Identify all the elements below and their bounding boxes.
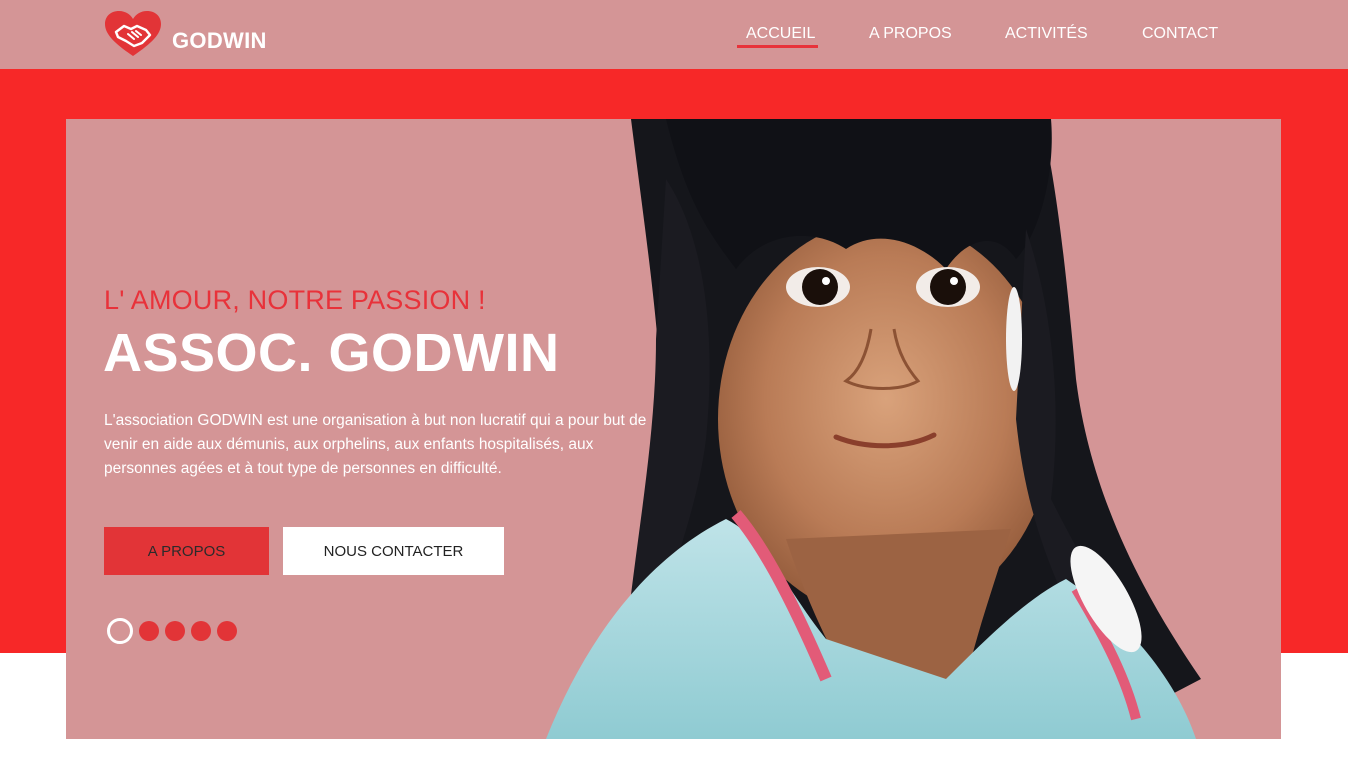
hero-description: L'association GODWIN est une organisatio…: [104, 412, 647, 477]
hero-title: ASSOC. GODWIN: [103, 323, 560, 383]
hero-slider: L' AMOUR, NOTRE PASSION ! ASSOC. GODWIN …: [66, 119, 1281, 739]
nav-item-a-propos[interactable]: A PROPOS: [869, 25, 952, 43]
nav-item-activites[interactable]: ACTIVITÉS: [1005, 25, 1088, 43]
slider-dot-5[interactable]: [217, 621, 237, 641]
top-navigation-bar: GODWIN ACCUEIL A PROPOS ACTIVITÉS CONTAC…: [0, 0, 1348, 69]
brand-name[interactable]: GODWIN: [172, 28, 267, 54]
slider-dot-3[interactable]: [165, 621, 185, 641]
nav-item-accueil[interactable]: ACCUEIL: [746, 25, 815, 43]
nav-active-indicator: [737, 45, 818, 48]
nav-item-contact[interactable]: CONTACT: [1142, 25, 1218, 43]
heart-handshake-icon[interactable]: [104, 10, 162, 58]
slider-dot-2[interactable]: [139, 621, 159, 641]
slider-dot-4[interactable]: [191, 621, 211, 641]
about-button[interactable]: A PROPOS: [104, 527, 269, 575]
slider-pagination: [107, 618, 237, 644]
hero-tagline: L' AMOUR, NOTRE PASSION !: [104, 285, 486, 315]
contact-us-button[interactable]: NOUS CONTACTER: [283, 527, 504, 575]
slider-dot-1[interactable]: [107, 618, 133, 644]
